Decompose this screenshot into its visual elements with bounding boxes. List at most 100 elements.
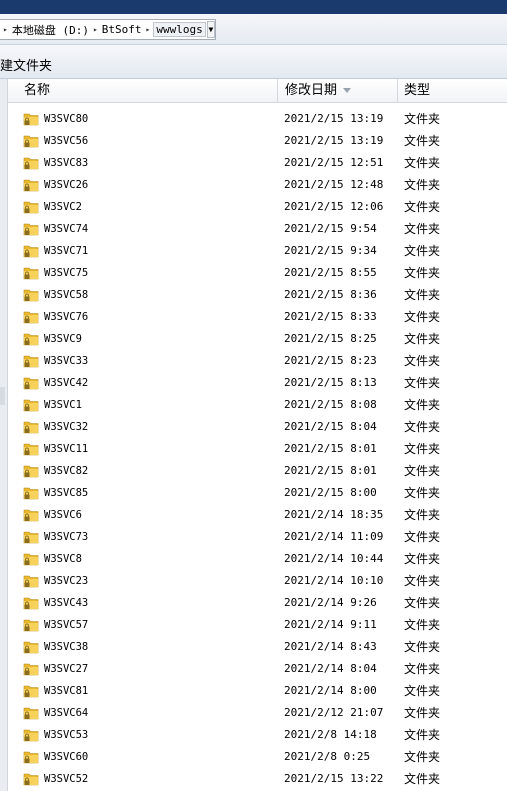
file-name: W3SVC60: [44, 751, 89, 763]
breadcrumb[interactable]: ▸ 本地磁盘 (D:) ▸ BtSoft ▸ wwwlogs ▼: [0, 19, 216, 40]
file-date: 2021/2/15 8:36: [284, 288, 377, 301]
file-name: W3SVC64: [44, 707, 89, 719]
list-item[interactable]: W3SVC6 2021/2/14 18:35 文件夹: [8, 504, 507, 526]
list-item[interactable]: W3SVC71 2021/2/15 9:34 文件夹: [8, 240, 507, 262]
list-item[interactable]: W3SVC82 2021/2/15 8:01 文件夹: [8, 460, 507, 482]
file-name: W3SVC85: [44, 487, 89, 499]
file-type: 文件夹: [404, 134, 441, 148]
list-item[interactable]: W3SVC58 2021/2/15 8:36 文件夹: [8, 284, 507, 306]
list-item[interactable]: W3SVC85 2021/2/15 8:00 文件夹: [8, 482, 507, 504]
file-date: 2021/2/14 8:00: [284, 684, 377, 697]
locked-folder-icon: [23, 573, 39, 589]
list-item[interactable]: W3SVC57 2021/2/14 9:11 文件夹: [8, 614, 507, 636]
new-folder-button[interactable]: 建文件夹: [0, 55, 52, 74]
file-list: W3SVC80 2021/2/15 13:19 文件夹 W3SVC56 2021/2/1…: [8, 108, 507, 790]
list-item[interactable]: W3SVC23 2021/2/14 10:10 文件夹: [8, 570, 507, 592]
list-item[interactable]: W3SVC74 2021/2/15 9:54 文件夹: [8, 218, 507, 240]
file-type: 文件夹: [404, 728, 441, 742]
file-name: W3SVC38: [44, 641, 89, 653]
file-name: W3SVC76: [44, 311, 89, 323]
navigation-pane[interactable]: [0, 79, 8, 791]
list-item[interactable]: W3SVC81 2021/2/14 8:00 文件夹: [8, 680, 507, 702]
file-name: W3SVC58: [44, 289, 89, 301]
list-item[interactable]: W3SVC53 2021/2/8 14:18 文件夹: [8, 724, 507, 746]
locked-folder-icon: [23, 441, 39, 457]
locked-folder-icon: [23, 749, 39, 765]
file-date: 2021/2/15 8:13: [284, 376, 377, 389]
list-item[interactable]: W3SVC75 2021/2/15 8:55 文件夹: [8, 262, 507, 284]
file-date: 2021/2/15 8:33: [284, 310, 377, 323]
list-item[interactable]: W3SVC76 2021/2/15 8:33 文件夹: [8, 306, 507, 328]
chevron-right-icon[interactable]: ▸: [93, 25, 98, 34]
list-item[interactable]: W3SVC32 2021/2/15 8:04 文件夹: [8, 416, 507, 438]
breadcrumb-btsoft[interactable]: BtSoft: [101, 23, 143, 36]
file-name: W3SVC43: [44, 597, 89, 609]
breadcrumb-drive[interactable]: 本地磁盘 (D:): [11, 22, 90, 38]
file-date: 2021/2/14 8:04: [284, 662, 377, 675]
locked-folder-icon: [23, 419, 39, 435]
column-type-label: 类型: [404, 83, 431, 98]
list-item[interactable]: W3SVC27 2021/2/14 8:04 文件夹: [8, 658, 507, 680]
file-name: W3SVC56: [44, 135, 89, 147]
locked-folder-icon: [23, 617, 39, 633]
locked-folder-icon: [23, 463, 39, 479]
list-item[interactable]: W3SVC11 2021/2/15 8:01 文件夹: [8, 438, 507, 460]
locked-folder-icon: [23, 243, 39, 259]
file-name: W3SVC26: [44, 179, 89, 191]
list-item[interactable]: W3SVC26 2021/2/15 12:48 文件夹: [8, 174, 507, 196]
file-name: W3SVC71: [44, 245, 89, 257]
nav-pane-splitter[interactable]: [0, 387, 5, 405]
file-date: 2021/2/15 8:25: [284, 332, 377, 345]
file-date: 2021/2/12 21:07: [284, 706, 384, 719]
file-name: W3SVC2: [44, 201, 82, 213]
chevron-right-icon[interactable]: ▸: [146, 25, 151, 34]
list-item[interactable]: W3SVC38 2021/2/14 8:43 文件夹: [8, 636, 507, 658]
file-date: 2021/2/15 8:01: [284, 442, 377, 455]
file-type: 文件夹: [404, 618, 441, 632]
file-type: 文件夹: [404, 574, 441, 588]
file-date: 2021/2/15 13:19: [284, 112, 384, 125]
locked-folder-icon: [23, 529, 39, 545]
file-date: 2021/2/15 9:54: [284, 222, 377, 235]
list-item[interactable]: W3SVC73 2021/2/14 11:09 文件夹: [8, 526, 507, 548]
list-item[interactable]: W3SVC80 2021/2/15 13:19 文件夹: [8, 108, 507, 130]
locked-folder-icon: [23, 309, 39, 325]
file-type: 文件夹: [404, 772, 441, 786]
file-type: 文件夹: [404, 420, 441, 434]
file-date: 2021/2/15 8:00: [284, 486, 377, 499]
locked-folder-icon: [23, 727, 39, 743]
chevron-down-icon[interactable]: ▼: [206, 21, 215, 38]
column-header-date[interactable]: 修改日期: [278, 79, 398, 102]
list-item[interactable]: W3SVC83 2021/2/15 12:51 文件夹: [8, 152, 507, 174]
file-type: 文件夹: [404, 684, 441, 698]
list-item[interactable]: W3SVC42 2021/2/15 8:13 文件夹: [8, 372, 507, 394]
list-item[interactable]: W3SVC2 2021/2/15 12:06 文件夹: [8, 196, 507, 218]
locked-folder-icon: [23, 331, 39, 347]
list-item[interactable]: W3SVC52 2021/2/15 13:22 文件夹: [8, 768, 507, 790]
list-item[interactable]: W3SVC56 2021/2/15 13:19 文件夹: [8, 130, 507, 152]
locked-folder-icon: [23, 661, 39, 677]
list-item[interactable]: W3SVC64 2021/2/12 21:07 文件夹: [8, 702, 507, 724]
column-header: 名称 修改日期 类型: [8, 79, 507, 103]
list-item[interactable]: W3SVC1 2021/2/15 8:08 文件夹: [8, 394, 507, 416]
locked-folder-icon: [23, 551, 39, 567]
file-type: 文件夹: [404, 552, 441, 566]
file-name: W3SVC6: [44, 509, 82, 521]
file-type: 文件夹: [404, 332, 441, 346]
file-name: W3SVC74: [44, 223, 89, 235]
file-date: 2021/2/14 9:26: [284, 596, 377, 609]
file-name: W3SVC52: [44, 773, 89, 785]
file-type: 文件夹: [404, 376, 441, 390]
list-item[interactable]: W3SVC43 2021/2/14 9:26 文件夹: [8, 592, 507, 614]
list-item[interactable]: W3SVC8 2021/2/14 10:44 文件夹: [8, 548, 507, 570]
breadcrumb-wwwlogs[interactable]: wwwlogs: [153, 22, 206, 37]
file-type: 文件夹: [404, 112, 441, 126]
column-header-type[interactable]: 类型: [398, 79, 507, 102]
list-item[interactable]: W3SVC33 2021/2/15 8:23 文件夹: [8, 350, 507, 372]
file-date: 2021/2/15 8:55: [284, 266, 377, 279]
list-item[interactable]: W3SVC9 2021/2/15 8:25 文件夹: [8, 328, 507, 350]
file-name: W3SVC23: [44, 575, 89, 587]
file-type: 文件夹: [404, 156, 441, 170]
list-item[interactable]: W3SVC60 2021/2/8 0:25 文件夹: [8, 746, 507, 768]
column-header-name[interactable]: 名称: [8, 79, 278, 102]
